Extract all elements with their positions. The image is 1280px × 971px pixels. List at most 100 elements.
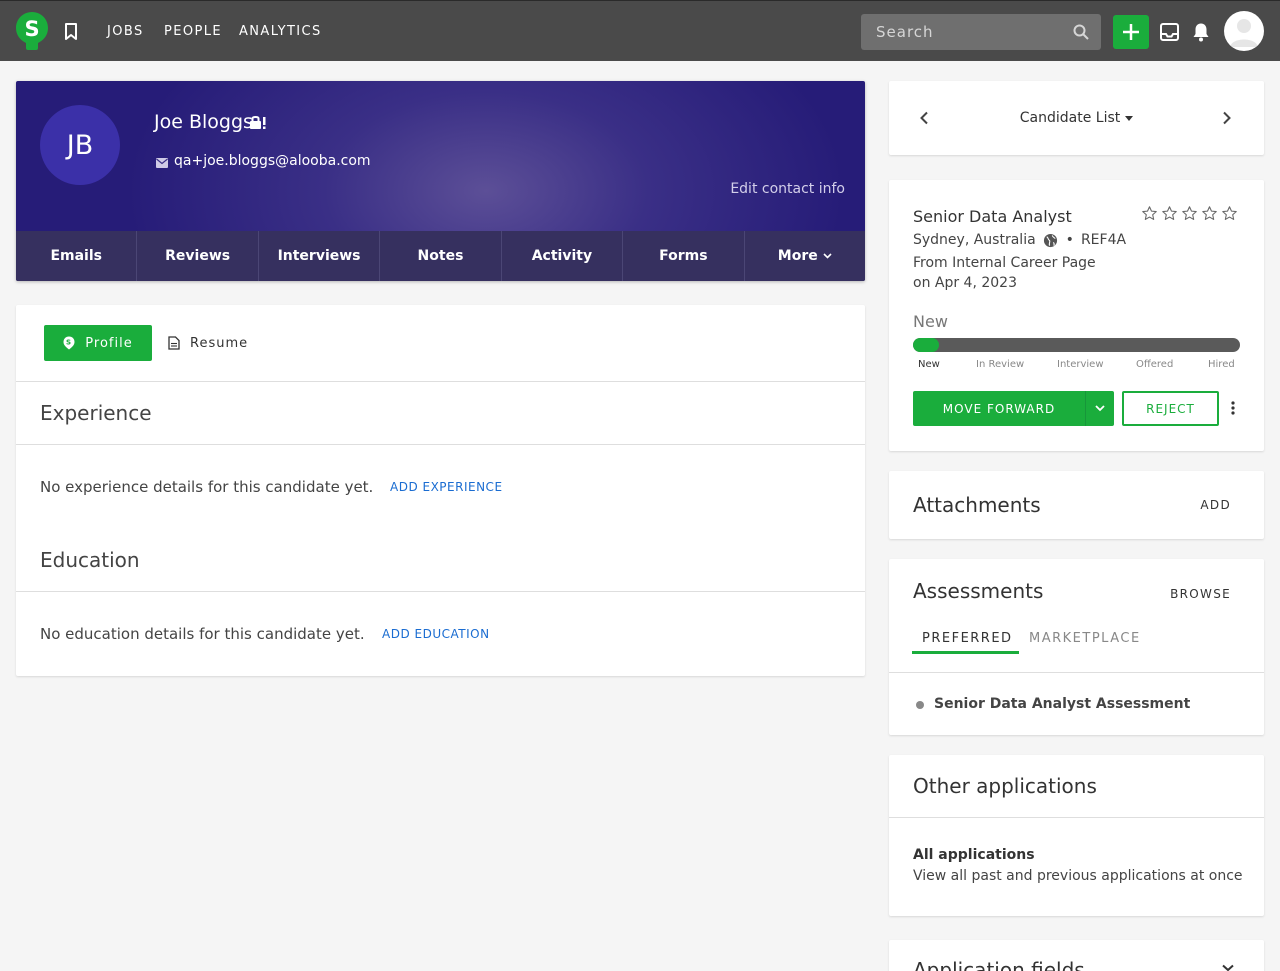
stage-offered[interactable]: Offered: [1136, 359, 1173, 370]
stage-in-review[interactable]: In Review: [976, 359, 1024, 370]
tab-more-label: More: [777, 248, 818, 264]
candidate-header: JB Joe Bloggs qa+joe.bloggs@alooba.com E…: [16, 81, 865, 281]
candidate-name: Joe Bloggs: [154, 111, 253, 133]
globe-icon: [1043, 233, 1057, 247]
education-title: Education: [40, 548, 140, 572]
assessments-card: Assessments BROWSE PREFERRED MARKETPLACE…: [889, 559, 1264, 735]
profile-button-label: Profile: [85, 335, 133, 351]
profile-button[interactable]: S Profile: [44, 325, 152, 361]
stage-progress-fill: [913, 338, 940, 352]
logo-letter: S: [24, 17, 39, 41]
star-icon[interactable]: [1181, 205, 1198, 222]
tab-preferred[interactable]: PREFERRED: [922, 631, 1013, 646]
bookmark-icon[interactable]: [64, 23, 78, 41]
assessment-item[interactable]: Senior Data Analyst Assessment: [934, 696, 1190, 712]
browse-assessments-button[interactable]: BROWSE: [1170, 587, 1231, 601]
star-icon[interactable]: [1221, 205, 1238, 222]
inbox-icon[interactable]: [1160, 23, 1179, 41]
experience-title: Experience: [40, 401, 152, 425]
lock-alert-icon: [250, 116, 266, 129]
all-applications-link[interactable]: All applications: [913, 847, 1035, 863]
active-tab-indicator: [912, 651, 1019, 654]
top-navbar: S JOBS PEOPLE ANALYTICS: [0, 0, 1280, 61]
tab-emails[interactable]: Emails: [16, 231, 138, 281]
star-rating[interactable]: [1141, 205, 1238, 222]
job-applied-date: on Apr 4, 2023: [913, 275, 1017, 291]
email-icon: [156, 158, 168, 168]
application-fields-card: Application fields: [889, 940, 1264, 971]
document-icon: [168, 336, 180, 350]
tab-marketplace[interactable]: MARKETPLACE: [1029, 631, 1141, 646]
job-title[interactable]: Senior Data Analyst: [913, 207, 1072, 226]
candidate-list-card: Candidate List: [889, 81, 1264, 155]
search-input[interactable]: [861, 14, 1061, 50]
divider: [889, 817, 1264, 818]
job-application-card: Senior Data Analyst Sydney, Australia • …: [889, 180, 1264, 451]
tab-activity[interactable]: Activity: [502, 231, 624, 281]
other-applications-card: Other applications All applications View…: [889, 755, 1264, 916]
divider: [16, 444, 865, 445]
tab-reviews[interactable]: Reviews: [137, 231, 259, 281]
caret-down-icon: [1125, 115, 1134, 121]
resume-button[interactable]: Resume: [168, 325, 248, 361]
other-applications-title: Other applications: [913, 774, 1097, 798]
job-location-row: Sydney, Australia • REF4A: [913, 232, 1126, 248]
chevron-down-icon: [1095, 405, 1105, 412]
attachments-card: Attachments ADD: [889, 471, 1264, 539]
search-icon[interactable]: [1073, 24, 1089, 40]
divider: [16, 591, 865, 592]
job-location: Sydney, Australia: [913, 232, 1036, 248]
nav-analytics[interactable]: ANALYTICS: [239, 24, 322, 39]
all-applications-description: View all past and previous applications …: [913, 868, 1243, 884]
move-forward-button[interactable]: MOVE FORWARD: [913, 391, 1085, 426]
tab-more[interactable]: More: [745, 231, 865, 281]
divider: [16, 381, 865, 382]
stage-hired[interactable]: Hired: [1208, 359, 1235, 370]
tab-notes[interactable]: Notes: [380, 231, 502, 281]
plus-icon: [1123, 24, 1139, 40]
job-source: From Internal Career Page: [913, 255, 1096, 271]
profile-badge-icon: S: [63, 336, 75, 350]
profile-card: S Profile Resume Experience No experienc…: [16, 305, 865, 676]
stage-interview[interactable]: Interview: [1057, 359, 1104, 370]
nav-people[interactable]: PEOPLE: [164, 24, 222, 39]
user-avatar[interactable]: [1224, 11, 1264, 51]
search-box: [861, 14, 1101, 50]
reject-button[interactable]: REJECT: [1122, 391, 1219, 426]
add-attachment-button[interactable]: ADD: [1200, 498, 1231, 512]
app-logo-icon[interactable]: S: [15, 11, 49, 51]
chevron-right-icon[interactable]: [1222, 111, 1232, 125]
stage-new[interactable]: New: [918, 359, 940, 370]
move-forward-dropdown[interactable]: [1085, 391, 1114, 426]
divider: [889, 672, 1264, 673]
profile-badge-letter: S: [66, 339, 72, 347]
user-avatar-icon: [1230, 19, 1258, 47]
more-options-icon[interactable]: [1231, 400, 1235, 416]
tab-interviews[interactable]: Interviews: [259, 231, 381, 281]
candidate-list-dropdown[interactable]: Candidate List: [889, 110, 1264, 126]
bullet-dot: [916, 701, 924, 709]
education-empty-text: No education details for this candidate …: [40, 625, 365, 643]
star-icon[interactable]: [1141, 205, 1158, 222]
candidate-list-label: Candidate List: [1019, 110, 1121, 126]
star-icon[interactable]: [1161, 205, 1178, 222]
attachments-title: Attachments: [913, 493, 1041, 517]
add-education-link[interactable]: ADD EDUCATION: [382, 627, 490, 641]
nav-jobs[interactable]: JOBS: [107, 24, 144, 39]
experience-empty-text: No experience details for this candidate…: [40, 478, 374, 496]
chevron-down-icon: [823, 253, 832, 259]
candidate-email[interactable]: qa+joe.bloggs@alooba.com: [174, 153, 371, 169]
stage-progress-bar: [913, 338, 1240, 352]
application-fields-title: Application fields: [913, 958, 1085, 971]
notifications-bell-icon[interactable]: [1192, 22, 1210, 42]
chevron-down-icon[interactable]: [1222, 964, 1234, 971]
add-button[interactable]: [1113, 15, 1149, 49]
candidate-tabs: Emails Reviews Interviews Notes Activity…: [16, 231, 865, 281]
resume-button-label: Resume: [190, 335, 249, 351]
tab-forms[interactable]: Forms: [623, 231, 745, 281]
assessments-title: Assessments: [913, 579, 1044, 603]
star-icon[interactable]: [1201, 205, 1218, 222]
current-stage: New: [913, 312, 948, 331]
add-experience-link[interactable]: ADD EXPERIENCE: [390, 480, 503, 494]
edit-contact-link[interactable]: Edit contact info: [730, 181, 845, 197]
